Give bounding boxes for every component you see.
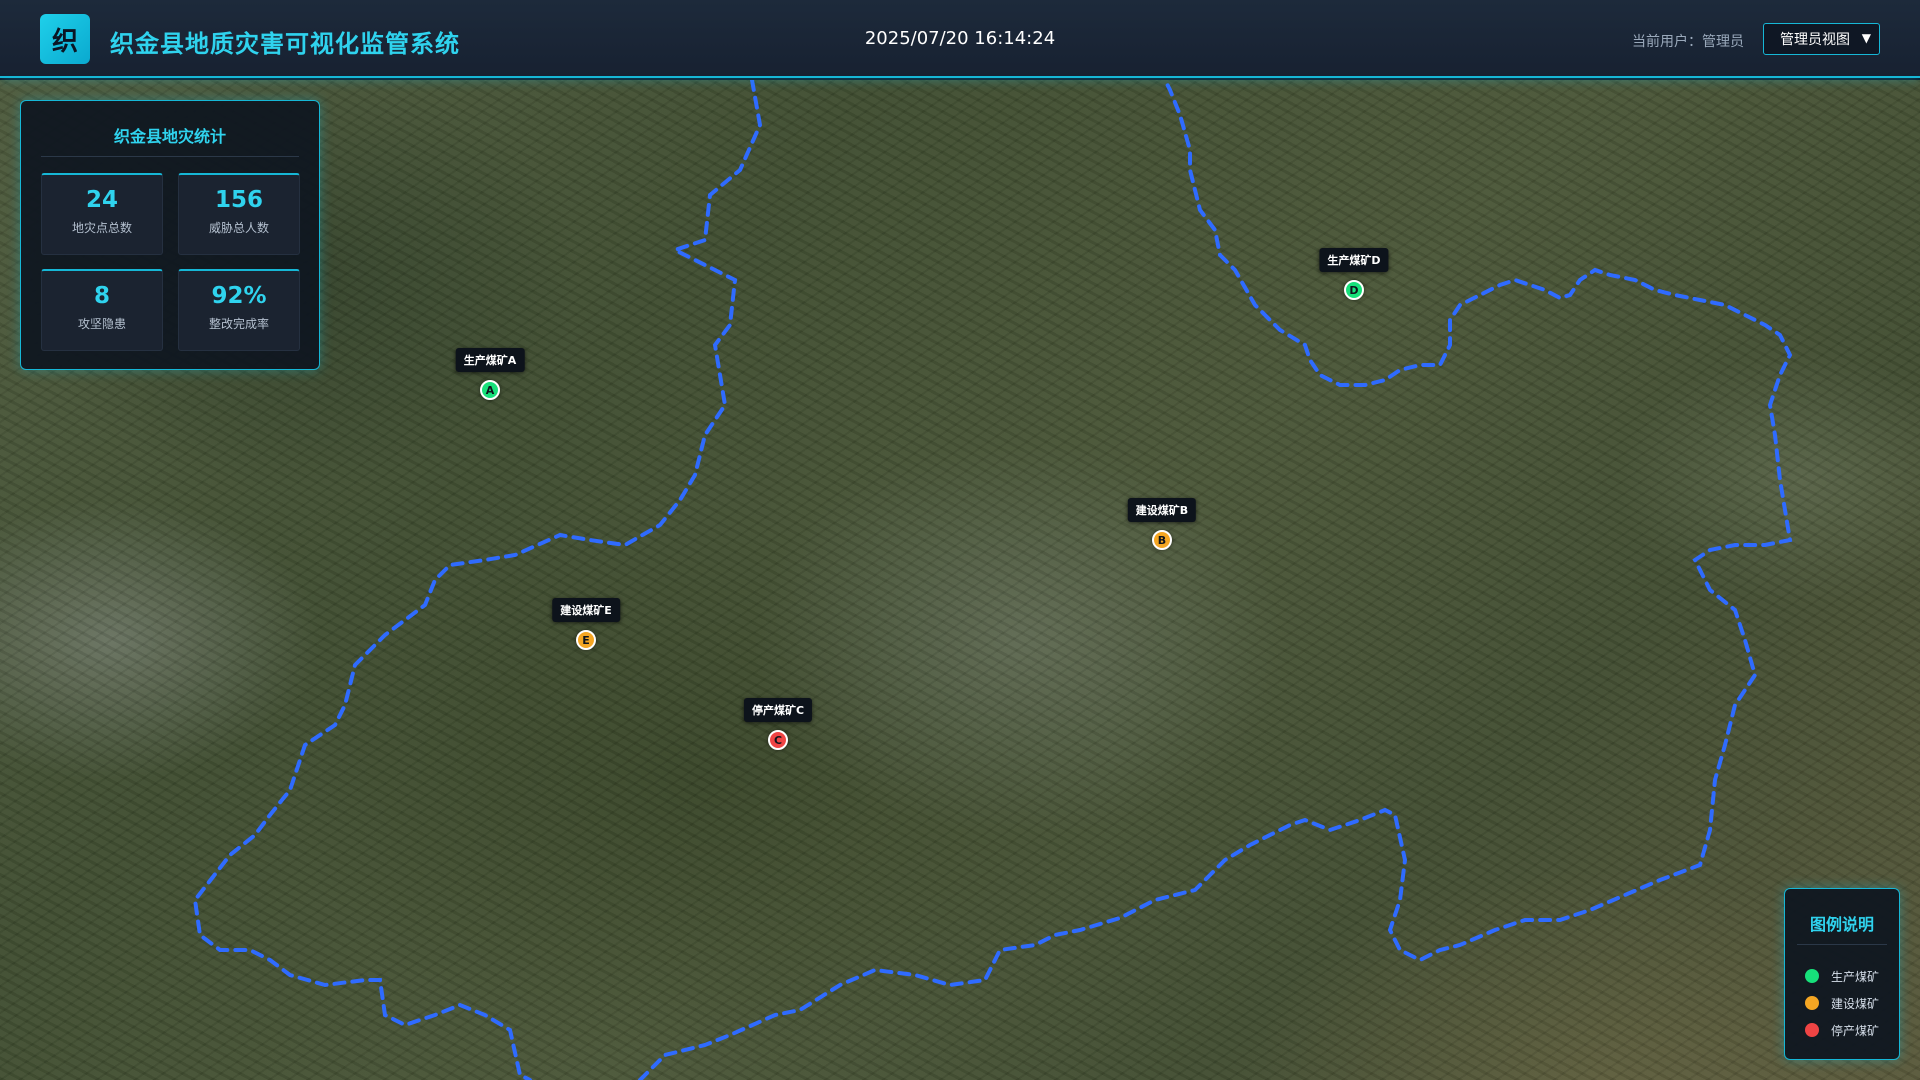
- app-header: 织 织金县地质灾害可视化监管系统 2025/07/20 16:14:24 当前用…: [0, 0, 1920, 78]
- mine-label: 生产煤矿A: [455, 348, 525, 372]
- mine-status-dot: B: [1152, 530, 1172, 550]
- mine-label: 停产煤矿C: [743, 698, 813, 722]
- view-mode-select[interactable]: 管理员视图 ▼: [1763, 23, 1880, 55]
- stat-label: 整改完成率: [208, 317, 269, 331]
- stats-title: 织金县地灾统计: [41, 123, 299, 157]
- chevron-down-icon: ▼: [1861, 31, 1871, 45]
- legend-swatch: [1805, 969, 1819, 983]
- stat-card-threatened-people: 156 威胁总人数: [178, 173, 300, 255]
- map-legend: 图例说明 生产煤矿 建设煤矿 停产煤矿: [1784, 888, 1900, 1060]
- app-title: 织金县地质灾害可视化监管系统: [110, 30, 460, 58]
- mine-label: 建设煤矿E: [552, 598, 620, 622]
- mine-label: 建设煤矿B: [1127, 498, 1197, 522]
- legend-label: 停产煤矿: [1831, 1023, 1880, 1038]
- legend-label: 生产煤矿: [1831, 969, 1880, 984]
- legend-item-stopped: 停产煤矿: [1805, 1021, 1879, 1039]
- stat-value: 24: [85, 187, 118, 213]
- view-mode-selected: 管理员视图: [1780, 32, 1850, 48]
- legend-swatch: [1805, 996, 1819, 1010]
- stat-card-key-hazards: 8 攻坚隐患: [41, 269, 163, 351]
- stats-panel: 织金县地灾统计 24 地灾点总数 156 威胁总人数 8 攻坚隐患 92% 整改…: [20, 100, 320, 370]
- legend-title: 图例说明: [1797, 911, 1887, 945]
- app-logo: 织: [40, 14, 90, 64]
- stat-value: 156: [214, 187, 263, 213]
- stat-card-total-points: 24 地灾点总数: [41, 173, 163, 255]
- mine-status-dot: E: [576, 630, 596, 650]
- stat-label: 攻坚隐患: [77, 317, 126, 331]
- stat-card-rectification-rate: 92% 整改完成率: [178, 269, 300, 351]
- legend-item-construction: 建设煤矿: [1805, 994, 1879, 1012]
- stat-value: 8: [93, 283, 110, 309]
- current-user-label: 当前用户：管理员: [1632, 34, 1744, 50]
- mine-status-dot: D: [1344, 280, 1364, 300]
- legend-swatch: [1805, 1023, 1819, 1037]
- legend-label: 建设煤矿: [1831, 996, 1880, 1011]
- mine-status-dot: A: [480, 380, 500, 400]
- mine-label: 生产煤矿D: [1319, 248, 1389, 272]
- stat-label: 威胁总人数: [208, 221, 269, 235]
- stat-label: 地灾点总数: [71, 221, 132, 235]
- stat-value: 92%: [211, 283, 267, 309]
- legend-item-production: 生产煤矿: [1805, 967, 1879, 985]
- mine-status-dot: C: [768, 730, 788, 750]
